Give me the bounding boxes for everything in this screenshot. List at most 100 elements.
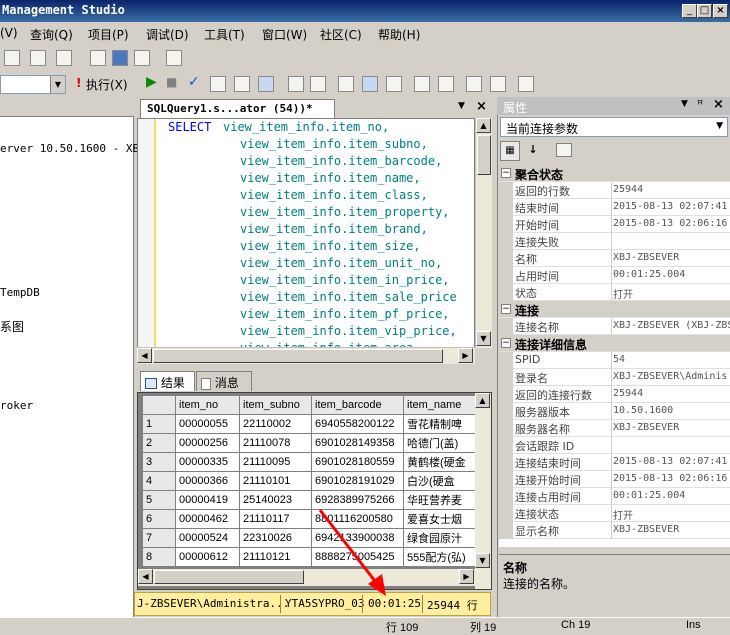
table-cell[interactable]: 21110101 [239, 471, 312, 491]
table-cell[interactable]: 00000256 [175, 433, 240, 453]
scroll-thumb[interactable] [477, 135, 491, 175]
properties-object-select[interactable]: 当前连接参数 ▼ [500, 117, 728, 137]
tree-item-diagram[interactable]: 系图 [0, 318, 24, 335]
column-separator[interactable] [611, 522, 612, 539]
collapse-icon[interactable]: − [501, 168, 511, 178]
tab-dropdown-icon[interactable]: ▼ [458, 101, 465, 111]
execute-icon[interactable]: ! [76, 76, 81, 90]
table-cell[interactable]: 6901028149358 [311, 433, 404, 453]
editor-vertical-scrollbar[interactable]: ▲ ▼ [475, 118, 492, 348]
execute-button[interactable]: 执行(X) [86, 76, 128, 93]
menu-window[interactable]: 窗口(W) [262, 26, 307, 43]
tree-item-broker[interactable]: roker [0, 399, 33, 412]
comment-icon[interactable] [414, 76, 430, 92]
scroll-left-icon[interactable]: ◀ [137, 348, 152, 363]
sql-editor[interactable]: SELECT view_item_info.item_no, view_item_… [137, 118, 475, 348]
property-category[interactable]: − 连接详细信息 [499, 335, 730, 352]
tab-results[interactable]: 结果 [140, 371, 195, 391]
table-row[interactable]: 2 00000256 21110078 6901028149358 哈德门(盖) [142, 433, 484, 453]
table-cell[interactable]: 黄鹤楼(硬金 [403, 452, 484, 472]
table-cell[interactable]: 00000366 [175, 471, 240, 491]
column-separator[interactable] [611, 386, 612, 403]
table-cell[interactable]: 00000612 [175, 547, 240, 567]
table-row[interactable]: 3 00000335 21110095 6901028180559 黄鹤楼(硬金 [142, 452, 484, 472]
increase-indent-icon[interactable] [490, 76, 506, 92]
results-file-icon[interactable] [386, 76, 402, 92]
column-separator[interactable] [611, 250, 612, 267]
table-cell[interactable]: 21110078 [239, 433, 312, 453]
property-pages-icon[interactable] [556, 143, 572, 157]
row-number[interactable]: 5 [142, 490, 176, 510]
chevron-down-icon[interactable]: ▼ [716, 121, 723, 131]
table-cell[interactable]: 华旺营养麦 [403, 490, 484, 510]
column-header[interactable]: item_barcode [311, 395, 404, 415]
property-row[interactable]: 服务器名称 XBJ-ZBSEVER [499, 420, 730, 437]
debug-icon[interactable]: ▶ [146, 74, 157, 90]
column-header[interactable]: item_name [403, 395, 484, 415]
row-number[interactable]: 6 [142, 509, 176, 529]
grid-scroll-left-icon[interactable]: ◀ [138, 569, 153, 584]
uncomment-icon[interactable] [438, 76, 454, 92]
table-cell[interactable]: 雪花精制啤 [403, 414, 484, 434]
grid-scroll-down-icon[interactable]: ▼ [475, 553, 490, 568]
display-plan-icon[interactable] [210, 76, 226, 92]
column-separator[interactable] [611, 369, 612, 386]
grid-scroll-right-icon[interactable]: ▶ [459, 569, 474, 584]
table-row[interactable]: 4 00000366 21110101 6901028191029 白沙(硬盒 [142, 471, 484, 491]
scroll-down-icon[interactable]: ▼ [476, 331, 491, 346]
column-separator[interactable] [611, 318, 612, 335]
parse-icon[interactable]: ✓ [188, 74, 200, 90]
property-row[interactable]: 会话跟踪 ID [499, 437, 730, 454]
menu-project[interactable]: 项目(P) [88, 26, 129, 43]
save-icon[interactable] [112, 50, 128, 66]
specify-values-icon[interactable] [518, 76, 534, 92]
new-query-icon[interactable] [4, 50, 20, 66]
row-number[interactable]: 1 [142, 414, 176, 434]
property-row[interactable]: 服务器版本 10.50.1600 [499, 403, 730, 420]
open-file-icon[interactable] [90, 50, 106, 66]
property-row[interactable]: 连接失败 [499, 233, 730, 250]
property-row[interactable]: 开始时间 2015-08-13 02:06:16 [499, 216, 730, 233]
close-tab-icon[interactable]: × [476, 99, 487, 114]
alphabetical-icon[interactable]: ↓ [523, 141, 543, 161]
column-separator[interactable] [611, 233, 612, 250]
menu-help[interactable]: 帮助(H) [378, 26, 420, 43]
column-separator[interactable] [611, 199, 612, 216]
column-separator[interactable] [611, 182, 612, 199]
editor-horizontal-scrollbar[interactable]: ◀ ▶ [137, 347, 475, 364]
table-cell[interactable]: 爱喜女士烟 [403, 509, 484, 529]
menu-debug[interactable]: 调试(D) [146, 26, 189, 43]
maximize-button[interactable]: □ [697, 4, 712, 18]
property-row[interactable]: 显示名称 XBJ-ZBSEVER [499, 522, 730, 539]
table-cell[interactable]: 6940558200122 [311, 414, 404, 434]
column-header[interactable]: item_subno [239, 395, 312, 415]
table-cell[interactable]: 00000055 [175, 414, 240, 434]
table-cell[interactable]: 白沙(硬盒 [403, 471, 484, 491]
grid-scroll-up-icon[interactable]: ▲ [475, 393, 490, 408]
table-cell[interactable]: 哈德门(盖) [403, 433, 484, 453]
table-cell[interactable]: 555配方(弘) [403, 547, 484, 567]
table-cell[interactable]: 00000419 [175, 490, 240, 510]
table-cell[interactable]: 00000462 [175, 509, 240, 529]
table-cell[interactable]: 6901028180559 [311, 452, 404, 472]
table-cell[interactable]: 22110002 [239, 414, 312, 434]
property-row[interactable]: 连接结束时间 2015-08-13 02:07:41 [499, 454, 730, 471]
database-select[interactable]: ▼ [0, 75, 66, 94]
print-icon[interactable] [134, 50, 150, 66]
property-row[interactable]: 连接名称 XBJ-ZBSEVER (XBJ-ZBS [499, 318, 730, 335]
column-header[interactable]: item_no [175, 395, 240, 415]
property-row[interactable]: 连接状态 打开 [499, 505, 730, 522]
pin-icon[interactable]: ꟸ [697, 98, 703, 111]
column-separator[interactable] [611, 505, 612, 522]
results-to-grid-icon[interactable] [258, 76, 274, 92]
scroll-up-icon[interactable]: ▲ [476, 118, 491, 133]
property-row[interactable]: 返回的连接行数 25944 [499, 386, 730, 403]
panel-dropdown-icon[interactable]: ▼ [681, 99, 688, 109]
property-category[interactable]: − 聚合状态 [499, 165, 730, 182]
property-row[interactable]: 连接开始时间 2015-08-13 02:06:16 [499, 471, 730, 488]
row-number[interactable]: 3 [142, 452, 176, 472]
property-row[interactable]: 结束时间 2015-08-13 02:07:41 [499, 199, 730, 216]
table-cell[interactable]: 00000524 [175, 528, 240, 548]
categorized-icon[interactable]: ▦ [500, 141, 520, 161]
row-number[interactable]: 7 [142, 528, 176, 548]
